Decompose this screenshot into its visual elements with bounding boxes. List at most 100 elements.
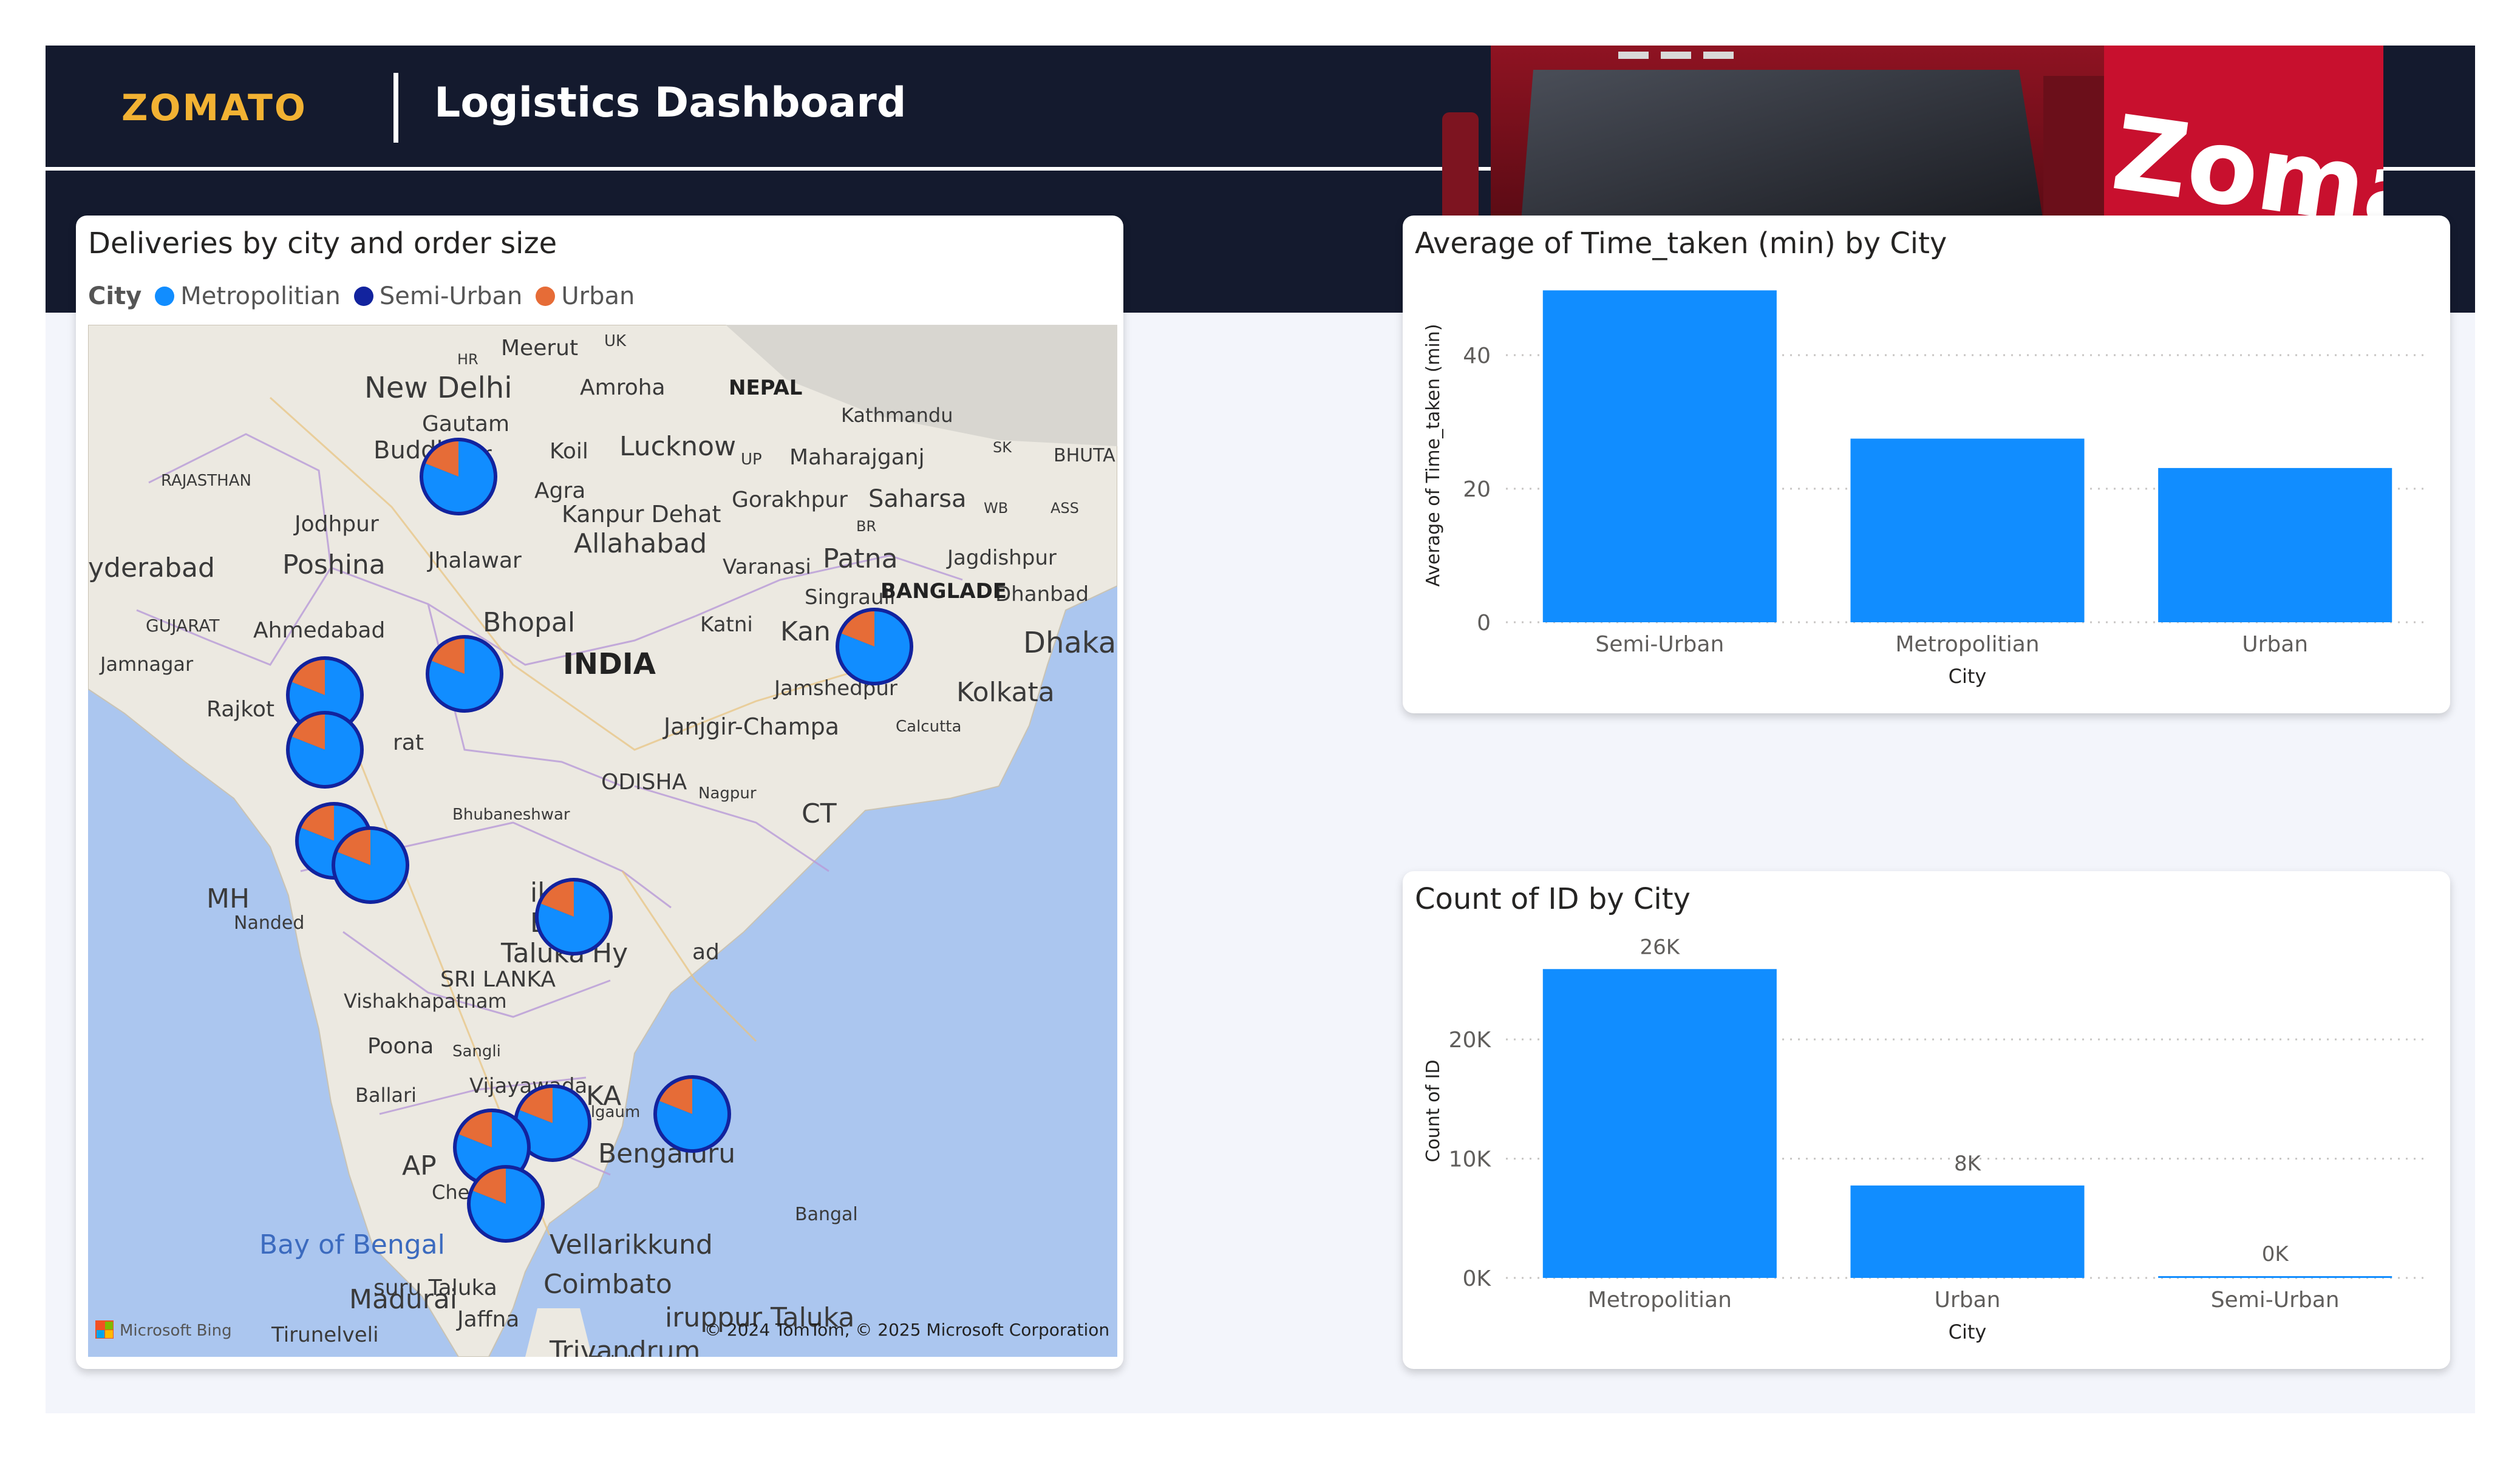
- map-copyright: © 2024 TomTom, © 2025 Microsoft Corporat…: [704, 1320, 1109, 1340]
- count-bar-chart[interactable]: Count of ID 0K 10K 20K Metropolitian 26K Urban…: [1403, 871, 2450, 1369]
- city-pie-marker[interactable]: [467, 1165, 545, 1243]
- map-place-label: rat: [393, 730, 424, 755]
- map-place-label: Bhubaneshwar: [452, 806, 570, 824]
- legend-dot-icon: [536, 287, 556, 306]
- map-place-label: Madurai: [349, 1284, 457, 1315]
- map-place-label: Gautam: [422, 412, 509, 436]
- map-place-label: Jaffna: [456, 1307, 519, 1332]
- x-tick-label: Metropolitian: [1895, 632, 2039, 657]
- india-map[interactable]: New Delhi Meerut UK HR Amroha NEPAL Kathmandu R…: [88, 325, 1117, 1357]
- map-place-label: Jodhpur: [293, 512, 379, 537]
- map-place-label: Jhalawar: [427, 548, 522, 573]
- map-place-label: Bay of Bengal: [259, 1229, 445, 1260]
- map-place-label: Ahmedabad: [253, 618, 385, 643]
- map-place-label: Dhanbad: [995, 582, 1089, 606]
- map-place-label: SK: [993, 439, 1012, 456]
- city-pie-marker[interactable]: [535, 878, 613, 956]
- map-place-label: ASS: [1051, 500, 1079, 517]
- x-axis-title: City: [1949, 1320, 1987, 1343]
- map-place-label: ad: [692, 940, 720, 965]
- map-place-label: Nagpur: [698, 784, 757, 803]
- bar[interactable]: [2158, 467, 2392, 622]
- page-title: Logistics Dashboard: [434, 79, 907, 127]
- y-tick-label: 20: [1463, 477, 1491, 502]
- map-place-label: Gorakhpur: [732, 487, 848, 512]
- map-place-label: WB: [984, 500, 1008, 517]
- map-place-label: Kolkata: [956, 677, 1055, 708]
- bar[interactable]: [1850, 1185, 2085, 1278]
- y-tick-label: 20K: [1449, 1028, 1492, 1053]
- x-tick-label: Metropolitian: [1588, 1288, 1732, 1313]
- map-place-label: Jamnagar: [99, 653, 194, 676]
- map-place-label: Amroha: [580, 375, 666, 400]
- bar[interactable]: [1542, 290, 1777, 622]
- city-pie-marker[interactable]: [332, 826, 409, 904]
- data-label: 0K: [2262, 1242, 2290, 1266]
- map-place-label: INDIA: [563, 647, 656, 681]
- legend-dot-icon: [155, 287, 175, 306]
- map-place-label: Lucknow: [619, 431, 736, 462]
- x-tick-label: Semi-Urban: [2211, 1288, 2340, 1313]
- city-pie-marker[interactable]: [426, 635, 503, 713]
- map-place-label: Patna: [823, 543, 898, 574]
- map-place-label: Rajkot: [206, 697, 274, 722]
- avg-time-bar-chart[interactable]: Average of Time_taken (min) 0 20 40 Semi-Urb…: [1403, 216, 2450, 713]
- map-place-label: RAJASTHAN: [161, 472, 251, 490]
- y-tick-label: 0: [1477, 611, 1491, 636]
- map-place-label: Vellarikkund: [550, 1229, 713, 1260]
- map-place-label: Sangli: [452, 1042, 501, 1061]
- city-pie-marker[interactable]: [286, 711, 364, 789]
- y-axis-title: Count of ID: [1423, 1059, 1444, 1162]
- map-place-label: Taluka: [590, 1353, 648, 1357]
- map-place-label: Poshina: [282, 549, 386, 580]
- map-place-label: Varanasi: [723, 555, 811, 579]
- y-tick-label: 40: [1463, 344, 1491, 368]
- map-place-label: MH: [206, 883, 250, 914]
- bar[interactable]: [1850, 438, 2085, 623]
- avg-time-chart-card: Average of Time_taken (min) by City Aver…: [1403, 216, 2450, 713]
- city-pie-marker[interactable]: [653, 1075, 731, 1153]
- map-place-label: Jagdishpur: [946, 546, 1057, 570]
- city-pie-marker[interactable]: [836, 608, 913, 685]
- map-place-label: UK: [604, 332, 627, 350]
- map-place-label: Agra: [534, 478, 585, 503]
- map-place-label: yderabad: [88, 552, 215, 583]
- truck-banner-image: Zomato: [1442, 46, 2383, 222]
- map-place-label: Kan: [780, 616, 831, 647]
- map-place-label: Bhopal: [483, 607, 575, 638]
- data-label: 26K: [1640, 935, 1681, 959]
- map-place-label: GUJARAT: [146, 616, 220, 636]
- map-place-label: Nanded: [234, 912, 304, 934]
- map-place-label: Calcutta: [896, 718, 961, 736]
- map-card-title: Deliveries by city and order size: [88, 226, 557, 260]
- city-pie-marker[interactable]: [420, 438, 497, 515]
- map-place-label: SRI LANKA: [440, 967, 556, 992]
- count-chart-card: Count of ID by City Count of ID 0K 10K 20K M…: [1403, 871, 2450, 1369]
- title-separator: [393, 73, 398, 143]
- legend-item-urban[interactable]: Urban: [536, 282, 635, 310]
- map-place-label: Coimbato: [543, 1269, 672, 1300]
- bar[interactable]: [2158, 1276, 2392, 1279]
- map-place-label: BR: [856, 518, 876, 535]
- map-place-label: Koil: [550, 439, 588, 464]
- legend-item-semi-urban[interactable]: Semi-Urban: [353, 282, 522, 310]
- map-place-label: Katni: [700, 613, 753, 637]
- map-place-label: Maharajganj: [789, 445, 925, 470]
- map-card: Deliveries by city and order size City M…: [76, 216, 1123, 1369]
- x-tick-label: Urban: [1935, 1288, 2001, 1313]
- map-place-label: Vishakhapatnam: [344, 990, 507, 1013]
- legend-item-label: Urban: [561, 282, 635, 310]
- map-place-label: Kathmandu: [841, 404, 953, 427]
- legend-item-metropolitian[interactable]: Metropolitian: [155, 282, 341, 310]
- report-canvas: ZOMATO Logistics Dashboard Zomato Delive…: [46, 46, 2475, 1413]
- map-place-label: BANGLADE: [880, 579, 1007, 603]
- bar[interactable]: [1542, 969, 1777, 1278]
- map-place-label: Bangal: [795, 1204, 858, 1225]
- x-tick-label: Semi-Urban: [1595, 632, 1724, 657]
- map-place-label: Tirunelveli: [271, 1323, 379, 1347]
- data-label: 8K: [1954, 1152, 1982, 1176]
- map-place-label: Allahabad: [574, 528, 707, 559]
- map-place-label: Ballari: [355, 1084, 417, 1107]
- map-canvas[interactable]: New Delhi Meerut UK HR Amroha NEPAL Kathmandu R…: [88, 325, 1117, 1357]
- map-place-label: New Delhi: [364, 371, 513, 405]
